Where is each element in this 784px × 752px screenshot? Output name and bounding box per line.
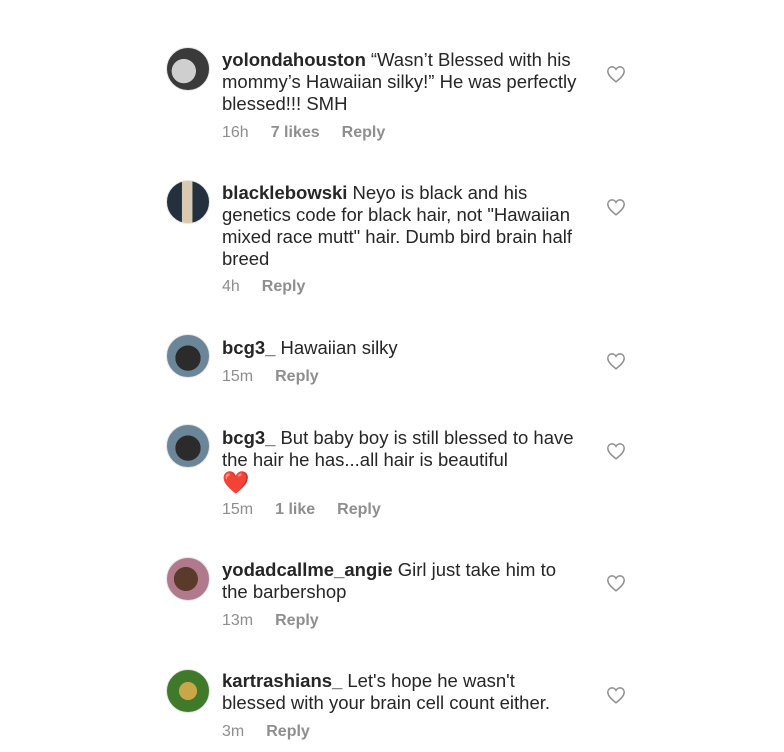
red-heart-emoji: ❤️ — [222, 470, 250, 495]
comment-username[interactable]: yodadcallme_angie — [222, 559, 393, 580]
comment-username[interactable]: kartrashians_ — [222, 670, 342, 691]
reply-button[interactable]: Reply — [275, 612, 319, 630]
heart-outline-icon[interactable] — [606, 574, 626, 592]
heart-outline-icon[interactable] — [606, 442, 626, 460]
heart-outline-icon[interactable] — [606, 352, 626, 370]
comment-likes[interactable]: 1 like — [275, 501, 315, 519]
comment-time: 13m — [222, 612, 254, 629]
comment-meta: 3m Reply — [222, 723, 310, 741]
reply-button[interactable]: Reply — [262, 278, 306, 296]
comment-meta: 15m Reply — [222, 368, 319, 386]
comment-body: Hawaiian silky — [280, 337, 398, 358]
reply-button[interactable]: Reply — [266, 723, 310, 741]
reply-button[interactable]: Reply — [342, 124, 386, 142]
avatar[interactable] — [166, 47, 210, 91]
comment-username[interactable]: bcg3_ — [222, 337, 275, 358]
reply-button[interactable]: Reply — [275, 368, 319, 386]
comment-text: bcg3_ But baby boy is still blessed to ha… — [222, 427, 582, 495]
avatar[interactable] — [166, 557, 210, 601]
comment-time: 3m — [222, 723, 245, 740]
heart-outline-icon[interactable] — [606, 65, 626, 83]
comment-text: kartrashians_ Let's hope he wasn't blesse… — [222, 670, 582, 714]
comment-meta: 15m 1 like Reply — [222, 501, 381, 519]
comment-text: bcg3_ Hawaiian silky — [222, 337, 582, 359]
heart-outline-icon[interactable] — [606, 198, 626, 216]
avatar[interactable] — [166, 180, 210, 224]
heart-outline-icon[interactable] — [606, 686, 626, 704]
comment-username[interactable]: yolondahouston — [222, 49, 366, 70]
comment-text: blacklebowski Neyo is black and his genet… — [222, 182, 582, 270]
avatar[interactable] — [166, 669, 210, 713]
comment-time: 15m — [222, 501, 254, 518]
comment-likes[interactable]: 7 likes — [271, 124, 320, 142]
comment-username[interactable]: blacklebowski — [222, 182, 347, 203]
avatar[interactable] — [166, 334, 210, 378]
reply-button[interactable]: Reply — [337, 501, 381, 519]
comment-meta: 13m Reply — [222, 612, 319, 630]
comment-time: 15m — [222, 368, 254, 385]
comment-meta: 4h Reply — [222, 278, 305, 296]
comment-text: yodadcallme_angie Girl just take him to t… — [222, 559, 582, 603]
comment-time: 4h — [222, 278, 240, 295]
comment-meta: 16h 7 likes Reply — [222, 124, 385, 142]
comment-username[interactable]: bcg3_ — [222, 427, 275, 448]
avatar[interactable] — [166, 424, 210, 468]
comment-text: yolondahouston “Wasn’t Blessed with his m… — [222, 49, 582, 115]
comment-time: 16h — [222, 124, 249, 141]
